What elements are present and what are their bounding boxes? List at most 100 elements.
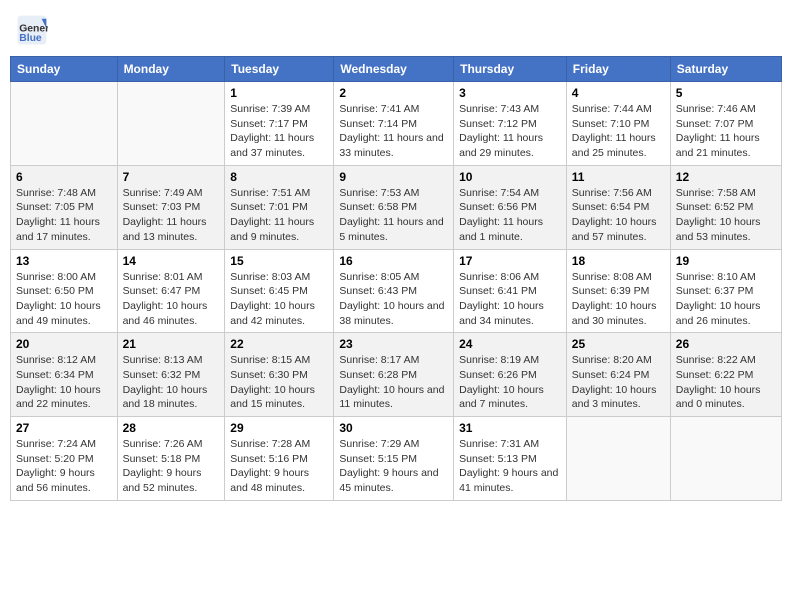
- col-header-wednesday: Wednesday: [334, 57, 454, 82]
- calendar-cell: 15 Sunrise: 8:03 AM Sunset: 6:45 PM Dayli…: [225, 249, 334, 333]
- day-info: Sunrise: 7:43 AM Sunset: 7:12 PM Dayligh…: [459, 102, 561, 161]
- day-number: 4: [572, 86, 665, 100]
- day-info: Sunrise: 7:51 AM Sunset: 7:01 PM Dayligh…: [230, 186, 328, 245]
- logo: General Blue: [16, 14, 52, 46]
- day-info: Sunrise: 7:46 AM Sunset: 7:07 PM Dayligh…: [676, 102, 776, 161]
- day-number: 24: [459, 337, 561, 351]
- day-number: 16: [339, 254, 448, 268]
- day-number: 29: [230, 421, 328, 435]
- col-header-tuesday: Tuesday: [225, 57, 334, 82]
- calendar-cell: 10Sunrise: 7:54 AM Sunset: 6:56 PM Dayli…: [454, 165, 567, 249]
- calendar-cell: 28Sunrise: 7:26 AM Sunset: 5:18 PM Dayli…: [117, 417, 225, 501]
- day-info: Sunrise: 8:10 AM Sunset: 6:37 PM Dayligh…: [676, 270, 776, 329]
- day-number: 2: [339, 86, 448, 100]
- calendar-cell: 31Sunrise: 7:31 AM Sunset: 5:13 PM Dayli…: [454, 417, 567, 501]
- calendar-cell: 29 Sunrise: 7:28 AM Sunset: 5:16 PM Dayli…: [225, 417, 334, 501]
- calendar-cell: 3 Sunrise: 7:43 AM Sunset: 7:12 PM Daylig…: [454, 82, 567, 166]
- day-info: Sunrise: 8:03 AM Sunset: 6:45 PM Dayligh…: [230, 270, 328, 329]
- day-info: Sunrise: 7:48 AM Sunset: 7:05 PM Dayligh…: [16, 186, 112, 245]
- day-info: Sunrise: 8:08 AM Sunset: 6:39 PM Dayligh…: [572, 270, 665, 329]
- day-info: Sunrise: 7:49 AM Sunset: 7:03 PM Dayligh…: [123, 186, 220, 245]
- calendar-cell: 8 Sunrise: 7:51 AM Sunset: 7:01 PM Daylig…: [225, 165, 334, 249]
- day-info: Sunrise: 8:01 AM Sunset: 6:47 PM Dayligh…: [123, 270, 220, 329]
- day-info: Sunrise: 8:20 AM Sunset: 6:24 PM Dayligh…: [572, 353, 665, 412]
- calendar-cell: 16 Sunrise: 8:05 AM Sunset: 6:43 PM Dayli…: [334, 249, 454, 333]
- day-info: Sunrise: 8:00 AM Sunset: 6:50 PM Dayligh…: [16, 270, 112, 329]
- calendar-cell: 4 Sunrise: 7:44 AM Sunset: 7:10 PM Daylig…: [566, 82, 670, 166]
- calendar-cell: 11 Sunrise: 7:56 AM Sunset: 6:54 PM Dayli…: [566, 165, 670, 249]
- day-info: Sunrise: 8:17 AM Sunset: 6:28 PM Dayligh…: [339, 353, 448, 412]
- week-row-5: 27 Sunrise: 7:24 AM Sunset: 5:20 PM Dayli…: [11, 417, 782, 501]
- header: General Blue: [10, 10, 782, 50]
- calendar-cell: 25Sunrise: 8:20 AM Sunset: 6:24 PM Dayli…: [566, 333, 670, 417]
- col-header-thursday: Thursday: [454, 57, 567, 82]
- day-info: Sunrise: 7:44 AM Sunset: 7:10 PM Dayligh…: [572, 102, 665, 161]
- day-number: 5: [676, 86, 776, 100]
- day-number: 17: [459, 254, 561, 268]
- col-header-saturday: Saturday: [670, 57, 781, 82]
- calendar-cell: [566, 417, 670, 501]
- day-number: 14: [123, 254, 220, 268]
- day-number: 15: [230, 254, 328, 268]
- calendar-cell: 6 Sunrise: 7:48 AM Sunset: 7:05 PM Daylig…: [11, 165, 118, 249]
- day-number: 1: [230, 86, 328, 100]
- header-row: SundayMondayTuesdayWednesdayThursdayFrid…: [11, 57, 782, 82]
- day-info: Sunrise: 7:41 AM Sunset: 7:14 PM Dayligh…: [339, 102, 448, 161]
- day-number: 8: [230, 170, 328, 184]
- week-row-1: 1 Sunrise: 7:39 AM Sunset: 7:17 PM Daylig…: [11, 82, 782, 166]
- day-number: 13: [16, 254, 112, 268]
- day-info: Sunrise: 7:56 AM Sunset: 6:54 PM Dayligh…: [572, 186, 665, 245]
- calendar-cell: 23 Sunrise: 8:17 AM Sunset: 6:28 PM Dayli…: [334, 333, 454, 417]
- week-row-2: 6 Sunrise: 7:48 AM Sunset: 7:05 PM Daylig…: [11, 165, 782, 249]
- day-info: Sunrise: 8:12 AM Sunset: 6:34 PM Dayligh…: [16, 353, 112, 412]
- col-header-friday: Friday: [566, 57, 670, 82]
- col-header-monday: Monday: [117, 57, 225, 82]
- calendar-cell: 17Sunrise: 8:06 AM Sunset: 6:41 PM Dayli…: [454, 249, 567, 333]
- day-number: 30: [339, 421, 448, 435]
- day-info: Sunrise: 7:29 AM Sunset: 5:15 PM Dayligh…: [339, 437, 448, 496]
- calendar-cell: 13 Sunrise: 8:00 AM Sunset: 6:50 PM Dayli…: [11, 249, 118, 333]
- calendar-cell: 5 Sunrise: 7:46 AM Sunset: 7:07 PM Daylig…: [670, 82, 781, 166]
- day-info: Sunrise: 8:13 AM Sunset: 6:32 PM Dayligh…: [123, 353, 220, 412]
- calendar-cell: [670, 417, 781, 501]
- calendar-cell: 24 Sunrise: 8:19 AM Sunset: 6:26 PM Dayli…: [454, 333, 567, 417]
- calendar-cell: 19Sunrise: 8:10 AM Sunset: 6:37 PM Dayli…: [670, 249, 781, 333]
- day-info: Sunrise: 8:05 AM Sunset: 6:43 PM Dayligh…: [339, 270, 448, 329]
- day-info: Sunrise: 8:19 AM Sunset: 6:26 PM Dayligh…: [459, 353, 561, 412]
- day-number: 6: [16, 170, 112, 184]
- day-number: 12: [676, 170, 776, 184]
- calendar-cell: 1 Sunrise: 7:39 AM Sunset: 7:17 PM Daylig…: [225, 82, 334, 166]
- day-number: 3: [459, 86, 561, 100]
- calendar-cell: 14 Sunrise: 8:01 AM Sunset: 6:47 PM Dayli…: [117, 249, 225, 333]
- calendar-cell: 27 Sunrise: 7:24 AM Sunset: 5:20 PM Dayli…: [11, 417, 118, 501]
- day-number: 7: [123, 170, 220, 184]
- week-row-4: 20Sunrise: 8:12 AM Sunset: 6:34 PM Dayli…: [11, 333, 782, 417]
- calendar-table: SundayMondayTuesdayWednesdayThursdayFrid…: [10, 56, 782, 501]
- day-info: Sunrise: 8:15 AM Sunset: 6:30 PM Dayligh…: [230, 353, 328, 412]
- day-number: 11: [572, 170, 665, 184]
- day-info: Sunrise: 7:26 AM Sunset: 5:18 PM Dayligh…: [123, 437, 220, 496]
- day-number: 21: [123, 337, 220, 351]
- calendar-cell: 12Sunrise: 7:58 AM Sunset: 6:52 PM Dayli…: [670, 165, 781, 249]
- day-info: Sunrise: 7:24 AM Sunset: 5:20 PM Dayligh…: [16, 437, 112, 496]
- day-info: Sunrise: 7:28 AM Sunset: 5:16 PM Dayligh…: [230, 437, 328, 496]
- week-row-3: 13 Sunrise: 8:00 AM Sunset: 6:50 PM Dayli…: [11, 249, 782, 333]
- day-info: Sunrise: 7:31 AM Sunset: 5:13 PM Dayligh…: [459, 437, 561, 496]
- day-info: Sunrise: 7:39 AM Sunset: 7:17 PM Dayligh…: [230, 102, 328, 161]
- calendar-cell: 18 Sunrise: 8:08 AM Sunset: 6:39 PM Dayli…: [566, 249, 670, 333]
- calendar-cell: [11, 82, 118, 166]
- day-number: 18: [572, 254, 665, 268]
- day-number: 23: [339, 337, 448, 351]
- day-number: 9: [339, 170, 448, 184]
- calendar-cell: 20Sunrise: 8:12 AM Sunset: 6:34 PM Dayli…: [11, 333, 118, 417]
- col-header-sunday: Sunday: [11, 57, 118, 82]
- calendar-cell: 2 Sunrise: 7:41 AM Sunset: 7:14 PM Daylig…: [334, 82, 454, 166]
- day-info: Sunrise: 7:53 AM Sunset: 6:58 PM Dayligh…: [339, 186, 448, 245]
- calendar-cell: 21 Sunrise: 8:13 AM Sunset: 6:32 PM Dayli…: [117, 333, 225, 417]
- day-info: Sunrise: 7:54 AM Sunset: 6:56 PM Dayligh…: [459, 186, 561, 245]
- day-info: Sunrise: 8:22 AM Sunset: 6:22 PM Dayligh…: [676, 353, 776, 412]
- calendar-cell: 22Sunrise: 8:15 AM Sunset: 6:30 PM Dayli…: [225, 333, 334, 417]
- day-number: 26: [676, 337, 776, 351]
- calendar-cell: 26 Sunrise: 8:22 AM Sunset: 6:22 PM Dayli…: [670, 333, 781, 417]
- day-number: 27: [16, 421, 112, 435]
